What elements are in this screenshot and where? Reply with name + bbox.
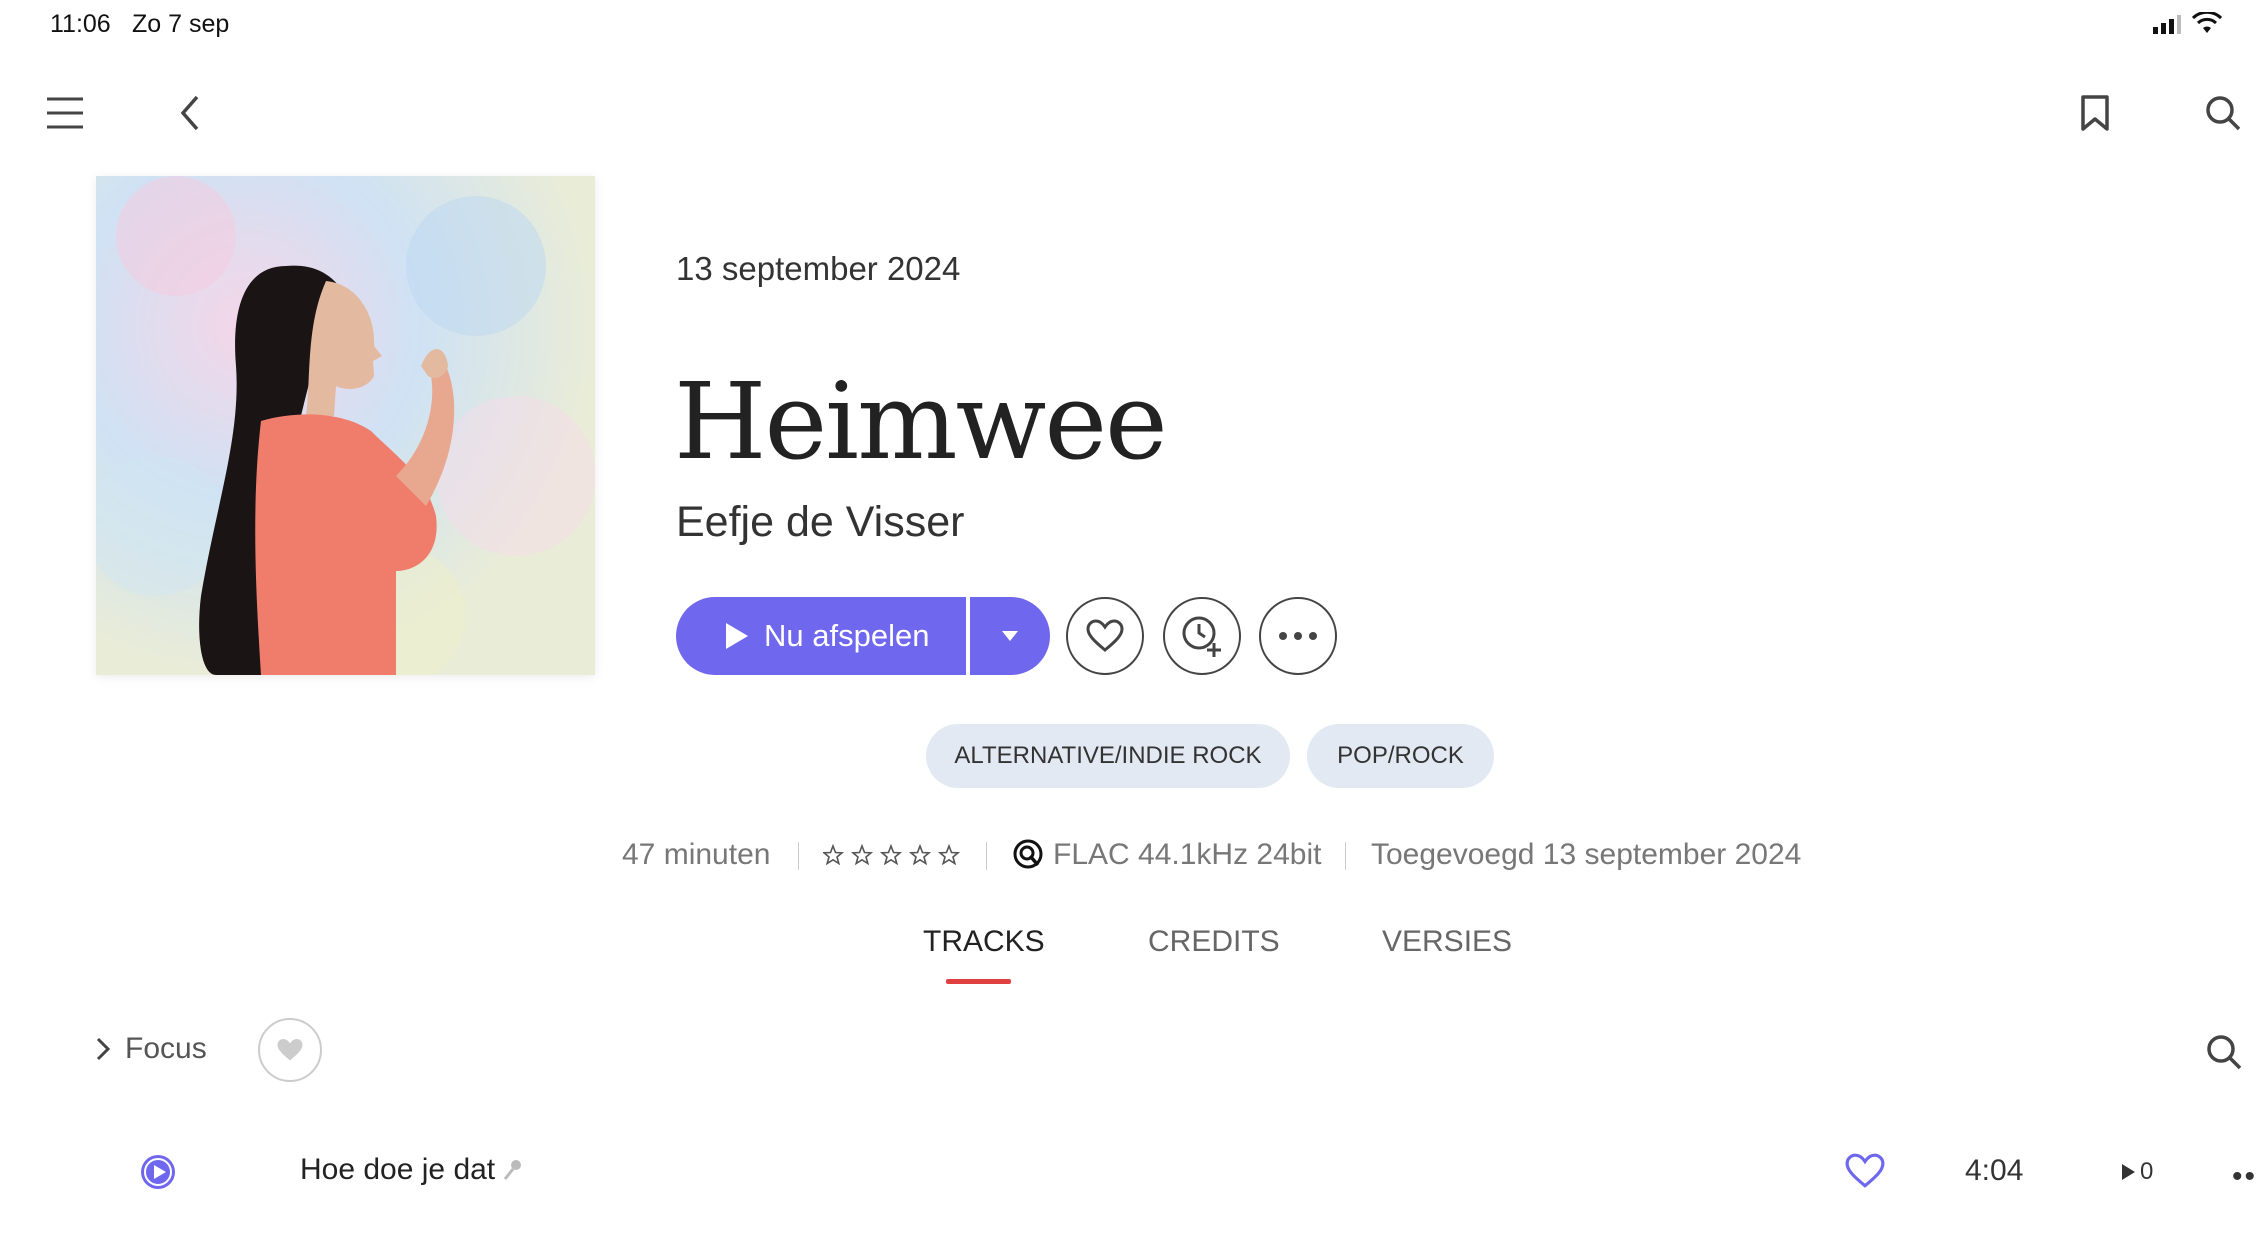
status-icons xyxy=(2152,12,2222,34)
heart-icon xyxy=(277,1038,303,1061)
add-to-queue-button[interactable] xyxy=(1163,597,1241,675)
focus-toggle[interactable]: Focus xyxy=(95,1032,207,1066)
more-icon xyxy=(1279,632,1317,640)
track-title[interactable]: Hoe doe je dat xyxy=(300,1153,523,1187)
status-time: 11:06 xyxy=(50,10,111,38)
track-play-count: 0 xyxy=(2120,1158,2153,1186)
genre-chip[interactable]: POP/ROCK xyxy=(1307,724,1494,788)
wifi-icon xyxy=(2192,12,2222,33)
artist-name[interactable]: Eefje de Visser xyxy=(676,498,964,547)
play-count-value: 0 xyxy=(2140,1158,2154,1185)
focus-label: Focus xyxy=(125,1032,207,1065)
album-title: Heimwee xyxy=(674,360,1168,483)
divider xyxy=(798,842,799,870)
favorite-button[interactable] xyxy=(1066,597,1144,675)
bookmark-icon[interactable] xyxy=(2070,88,2120,138)
microphone-icon xyxy=(503,1160,522,1180)
play-count-icon xyxy=(2122,1164,2135,1180)
search-icon[interactable] xyxy=(2198,88,2248,138)
track-search-icon[interactable] xyxy=(2200,1028,2248,1076)
date-added: Toegevoegd 13 september 2024 xyxy=(1371,838,1802,871)
play-options-dropdown[interactable] xyxy=(970,597,1050,675)
tab-tracks[interactable]: TRACKS xyxy=(923,925,1045,959)
active-tab-indicator xyxy=(946,979,1011,984)
track-favorite-icon[interactable] xyxy=(1845,1153,1885,1193)
signal-icon xyxy=(2153,15,2181,34)
clock-plus-icon xyxy=(1182,616,1221,657)
tab-versions[interactable]: VERSIES xyxy=(1382,925,1512,959)
play-icon xyxy=(726,623,748,649)
status-date: Zo 7 sep xyxy=(132,10,230,38)
play-button[interactable]: Nu afspelen xyxy=(676,597,966,675)
genre-chip[interactable]: ALTERNATIVE/INDIE ROCK xyxy=(926,724,1290,788)
divider xyxy=(986,842,987,870)
play-button-label: Nu afspelen xyxy=(764,618,930,653)
track-more-icon[interactable]: •• xyxy=(2232,1160,2257,1194)
back-icon[interactable] xyxy=(165,88,215,138)
hires-icon xyxy=(1012,838,1044,875)
menu-icon[interactable] xyxy=(40,88,90,138)
release-date: 13 september 2024 xyxy=(676,250,961,287)
chevron-right-icon xyxy=(96,1037,111,1061)
tab-credits[interactable]: CREDITS xyxy=(1148,925,1280,959)
track-duration: 4:04 xyxy=(1965,1154,2024,1187)
more-options-button[interactable] xyxy=(1259,597,1337,675)
divider xyxy=(1345,842,1346,870)
focus-favorite-button[interactable] xyxy=(258,1018,322,1082)
heart-icon xyxy=(1086,619,1124,652)
album-cover xyxy=(96,176,595,675)
album-duration: 47 minuten xyxy=(622,838,771,871)
track-play-icon[interactable] xyxy=(140,1154,176,1190)
audio-quality: FLAC 44.1kHz 24bit xyxy=(1053,838,1322,871)
track-title-text: Hoe doe je dat xyxy=(300,1153,496,1186)
chevron-down-icon xyxy=(1002,631,1018,641)
rating-stars[interactable] xyxy=(821,843,963,873)
